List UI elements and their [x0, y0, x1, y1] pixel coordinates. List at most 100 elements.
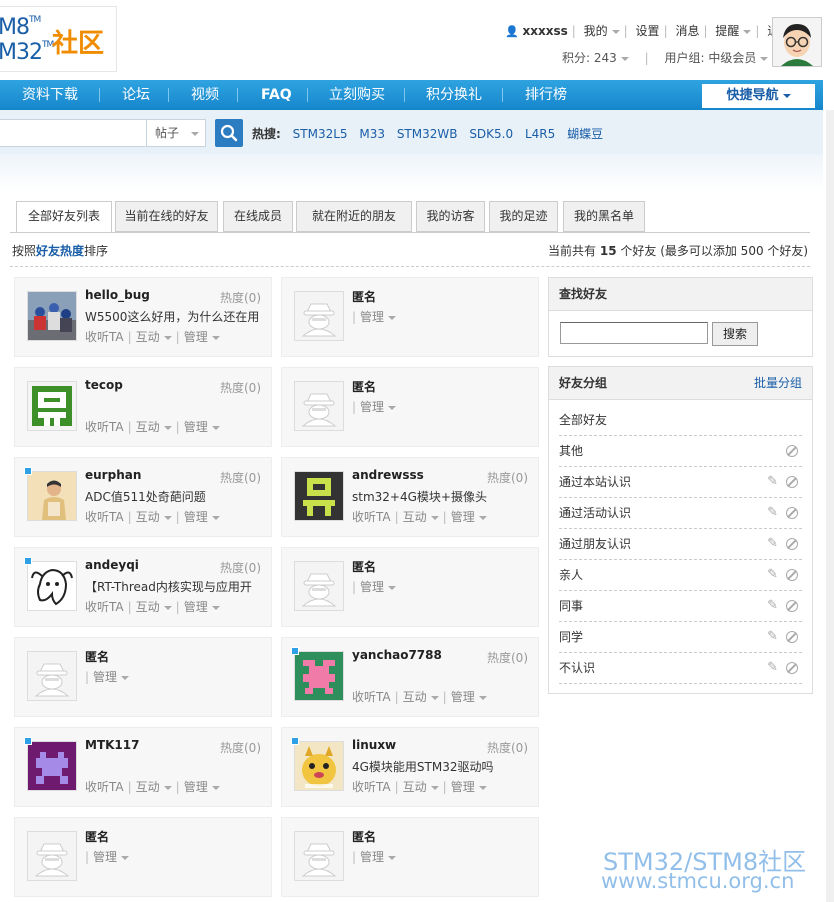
- friend-avatar[interactable]: [27, 561, 77, 611]
- friend-group-item[interactable]: 不认识 ✎: [559, 653, 802, 684]
- friend-name[interactable]: 匿名: [352, 558, 376, 575]
- friend-status[interactable]: W5500这么好用，为什么还在用: [85, 308, 263, 325]
- manage-menu[interactable]: 管理: [184, 328, 220, 345]
- friend-name[interactable]: hello_bug: [85, 288, 150, 302]
- friend-avatar[interactable]: [294, 471, 344, 521]
- interact-menu[interactable]: 互动: [136, 508, 172, 525]
- friend-name[interactable]: 匿名: [352, 378, 376, 395]
- friend-avatar[interactable]: [27, 381, 77, 431]
- username-link[interactable]: xxxxss: [523, 24, 568, 38]
- search-button[interactable]: [215, 119, 243, 147]
- scrollbar[interactable]: [826, 110, 834, 902]
- interact-menu[interactable]: 互动: [136, 778, 172, 795]
- ban-icon[interactable]: [786, 662, 798, 674]
- friend-avatar[interactable]: [27, 471, 77, 521]
- points-menu[interactable]: 积分: 243: [562, 51, 629, 65]
- friend-avatar[interactable]: [294, 651, 344, 701]
- tab-blacklist[interactable]: 我的黑名单: [563, 201, 645, 232]
- manage-menu[interactable]: 管理: [360, 308, 397, 325]
- messages-link[interactable]: 消息: [675, 22, 699, 39]
- friend-status[interactable]: 【RT-Thread内核实现与应用开: [85, 578, 263, 595]
- batch-group-link[interactable]: 批量分组: [754, 367, 802, 399]
- tab-visitors[interactable]: 我的访客: [416, 201, 485, 232]
- pencil-icon[interactable]: ✎: [767, 498, 778, 528]
- ban-icon[interactable]: [786, 600, 798, 612]
- manage-menu[interactable]: 管理: [360, 848, 397, 865]
- tab-online-members[interactable]: 在线成员: [223, 201, 293, 232]
- manage-menu[interactable]: 管理: [451, 778, 487, 795]
- friend-name[interactable]: MTK117: [85, 738, 139, 752]
- interact-menu[interactable]: 互动: [403, 508, 439, 525]
- manage-menu[interactable]: 管理: [451, 508, 487, 525]
- search-type-select[interactable]: 帖子: [146, 119, 206, 147]
- find-friend-button[interactable]: 搜索: [712, 322, 758, 346]
- interact-menu[interactable]: 互动: [136, 328, 172, 345]
- nav-item-faq[interactable]: FAQ: [261, 80, 292, 110]
- friend-group-item[interactable]: 亲人 ✎: [559, 560, 802, 591]
- pencil-icon[interactable]: ✎: [767, 622, 778, 652]
- ban-icon[interactable]: [786, 538, 798, 550]
- quick-nav-button[interactable]: 快捷导航: [702, 84, 815, 108]
- friend-status[interactable]: stm32+4G模块+摄像头: [352, 488, 530, 505]
- manage-menu[interactable]: 管理: [184, 508, 220, 525]
- manage-menu[interactable]: 管理: [93, 668, 130, 685]
- interact-menu[interactable]: 互动: [136, 418, 172, 435]
- ban-icon[interactable]: [786, 631, 798, 643]
- friend-name[interactable]: 匿名: [352, 288, 376, 305]
- friend-group-item[interactable]: 同学 ✎: [559, 622, 802, 653]
- follow-link[interactable]: 收听TA: [85, 778, 124, 795]
- pencil-icon[interactable]: ✎: [767, 529, 778, 559]
- friend-name[interactable]: eurphan: [85, 468, 141, 482]
- friend-avatar[interactable]: [294, 741, 344, 791]
- sort-by-heat[interactable]: 好友热度: [36, 244, 84, 258]
- hot-link[interactable]: STM32WB: [397, 127, 458, 141]
- tab-online-friends[interactable]: 当前在线的好友: [115, 201, 218, 232]
- interact-menu[interactable]: 互动: [403, 688, 439, 705]
- follow-link[interactable]: 收听TA: [352, 508, 391, 525]
- pencil-icon[interactable]: ✎: [767, 560, 778, 590]
- manage-menu[interactable]: 管理: [451, 688, 487, 705]
- friend-group-item[interactable]: 通过活动认识 ✎: [559, 498, 802, 529]
- friend-avatar[interactable]: [27, 651, 77, 701]
- interact-menu[interactable]: 互动: [403, 778, 439, 795]
- friend-status[interactable]: ADC值511处奇葩问题: [85, 488, 263, 505]
- search-input[interactable]: [0, 119, 147, 147]
- friend-avatar[interactable]: [27, 291, 77, 341]
- friend-name[interactable]: andrewsss: [352, 468, 424, 482]
- hot-link[interactable]: STM32L5: [293, 127, 348, 141]
- tab-footprints[interactable]: 我的足迹: [489, 201, 558, 232]
- friend-group-item[interactable]: 通过本站认识 ✎: [559, 467, 802, 498]
- follow-link[interactable]: 收听TA: [85, 508, 124, 525]
- manage-menu[interactable]: 管理: [93, 848, 130, 865]
- hot-link[interactable]: 蝴蝶豆: [567, 127, 603, 141]
- manage-menu[interactable]: 管理: [184, 598, 220, 615]
- friend-avatar[interactable]: [294, 381, 344, 431]
- friend-name[interactable]: 匿名: [352, 828, 376, 845]
- friend-group-item[interactable]: 通过朋友认识 ✎: [559, 529, 802, 560]
- tab-all-friends[interactable]: 全部好友列表: [16, 201, 112, 233]
- nav-item-video[interactable]: 视频: [191, 80, 219, 110]
- nav-item-buy[interactable]: 立刻购买: [329, 80, 385, 110]
- nav-item-downloads[interactable]: 资料下载: [22, 80, 78, 110]
- nav-item-gifts[interactable]: 积分换礼: [426, 80, 482, 110]
- friend-avatar[interactable]: [294, 291, 344, 341]
- friend-avatar[interactable]: [294, 831, 344, 881]
- hot-link[interactable]: L4R5: [525, 127, 555, 141]
- hot-link[interactable]: M33: [359, 127, 385, 141]
- my-menu[interactable]: 我的: [584, 22, 620, 39]
- nav-item-ranking[interactable]: 排行榜: [525, 80, 567, 110]
- friend-group-item[interactable]: 其他: [559, 436, 802, 467]
- interact-menu[interactable]: 互动: [136, 598, 172, 615]
- friend-status[interactable]: 4G模块能用STM32驱动吗: [352, 758, 530, 775]
- friend-name[interactable]: andeyqi: [85, 558, 139, 572]
- user-avatar[interactable]: [772, 17, 822, 67]
- ban-icon[interactable]: [786, 569, 798, 581]
- friend-name[interactable]: tecop: [85, 378, 123, 392]
- pencil-icon[interactable]: ✎: [767, 591, 778, 621]
- friend-name[interactable]: 匿名: [85, 828, 109, 845]
- find-friend-input[interactable]: [560, 322, 708, 344]
- pencil-icon[interactable]: ✎: [767, 467, 778, 497]
- friend-avatar[interactable]: [294, 561, 344, 611]
- remind-menu[interactable]: 提醒: [715, 22, 752, 39]
- friend-name[interactable]: 匿名: [85, 648, 109, 665]
